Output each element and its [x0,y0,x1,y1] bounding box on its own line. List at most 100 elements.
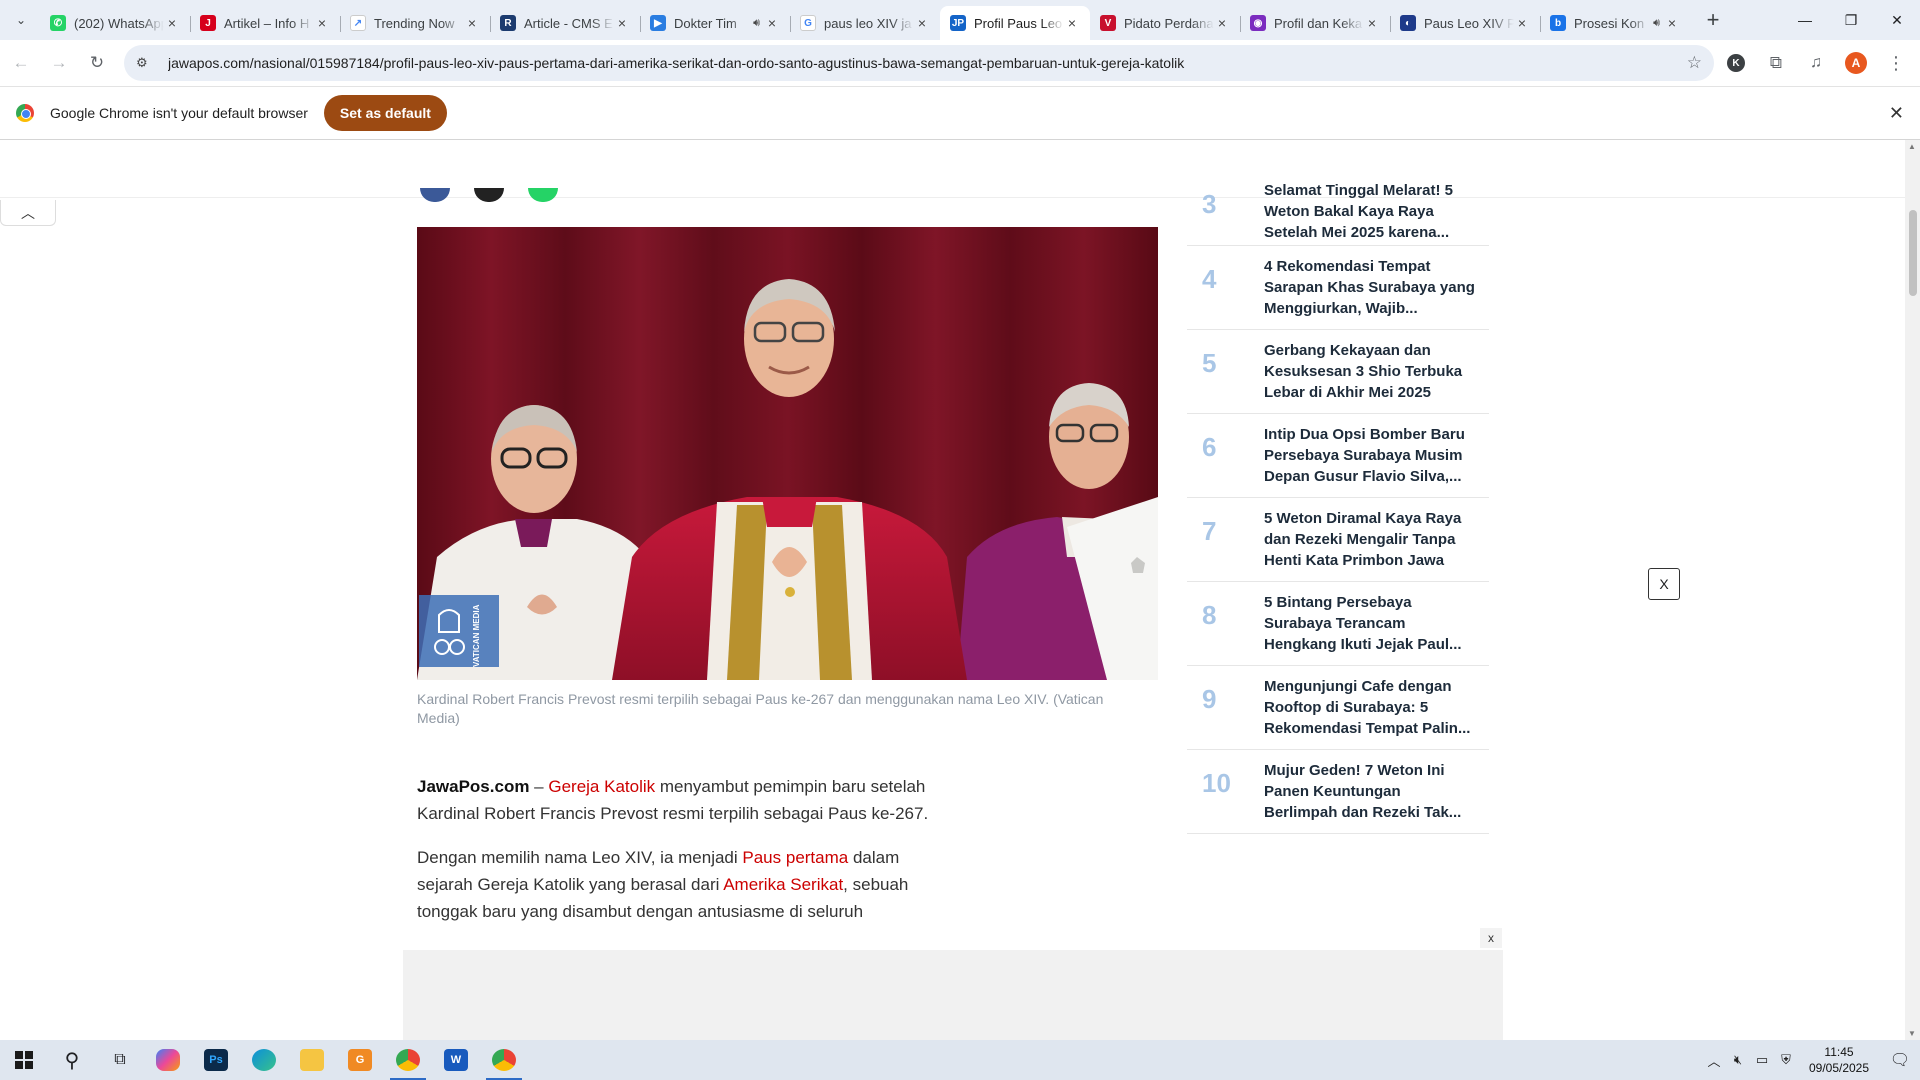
browser-tab[interactable]: ◉ Profil dan Keka × [1240,6,1390,40]
popular-article-title[interactable]: Mengunjungi Cafe dengan Rooftop di Surab… [1264,676,1476,739]
popular-article-title[interactable]: Intip Dua Opsi Bomber Baru Persebaya Sur… [1264,424,1476,487]
popular-article-item[interactable]: 4 4 Rekomendasi Tempat Sarapan Khas Surab… [1187,246,1489,330]
security-shield-icon[interactable]: ⛨ [1774,1052,1798,1068]
popular-article-title[interactable]: 5 Weton Diramal Kaya Raya dan Rezeki Men… [1264,508,1476,571]
scroll-thumb[interactable] [1909,210,1917,296]
popular-article-title[interactable]: Gerbang Kekayaan dan Kesuksesan 3 Shio T… [1264,340,1476,403]
close-window-button[interactable]: ✕ [1874,0,1920,40]
menu-kebab-icon[interactable]: ⋮ [1878,45,1914,81]
tab-close-icon[interactable]: × [464,15,480,31]
bookmark-star-icon[interactable]: ☆ [1687,53,1702,73]
url-text[interactable]: jawapos.com/nasional/015987184/profil-pa… [168,55,1687,71]
tab-close-icon[interactable]: × [164,15,180,31]
profile-k-icon[interactable]: K [1718,45,1754,81]
notification-icon[interactable]: 🗨︎ [1880,1050,1920,1070]
edge-icon[interactable] [240,1040,288,1080]
tab-close-icon[interactable]: × [1664,15,1680,31]
tab-favicon-icon: ✆ [50,15,66,31]
address-bar[interactable]: ⚙ jawapos.com/nasional/015987184/profil-… [124,45,1714,81]
tab-audio-icon[interactable]: 🔊︎ [1653,17,1660,30]
share-facebook-icon[interactable] [420,188,450,202]
chrome-taskbar-icon[interactable] [384,1040,432,1080]
browser-tab[interactable]: JP Profil Paus Leo × [940,6,1090,40]
popular-article-title[interactable]: Mujur Geden! 7 Weton Ini Panen Keuntunga… [1264,760,1476,823]
browser-tab[interactable]: R Article - CMS E × [490,6,640,40]
set-default-button[interactable]: Set as default [323,95,447,131]
word-icon[interactable]: W [432,1040,480,1080]
browser-tab[interactable]: ◐ Paus Leo XIV P × [1390,6,1540,40]
popular-article-item[interactable]: 5 Gerbang Kekayaan dan Kesuksesan 3 Shio … [1187,330,1489,414]
file-explorer-icon[interactable] [288,1040,336,1080]
popular-article-item[interactable]: 6 Intip Dua Opsi Bomber Baru Persebaya Su… [1187,414,1489,498]
link-gereja-katolik[interactable]: Gereja Katolik [548,777,655,796]
browser-tab[interactable]: ▶ Dokter Tim 🔊︎ × [640,6,790,40]
reload-button[interactable]: ↻ [80,46,114,80]
browser-tab[interactable]: V Pidato Perdana × [1090,6,1240,40]
tray-chevron-icon[interactable]: ︿ [1702,1051,1726,1070]
volume-muted-icon[interactable]: 🔇︎ [1726,1052,1750,1068]
rank-number: 10 [1202,768,1231,798]
tab-title: paus leo XIV ja [824,15,912,31]
forward-button[interactable]: → [42,46,76,80]
link-amerika-serikat[interactable]: Amerika Serikat [723,875,843,894]
tab-close-icon[interactable]: × [764,15,780,31]
floating-ad-close-button[interactable]: X [1648,568,1680,600]
media-control-icon[interactable]: ♫ [1798,45,1834,81]
tab-close-icon[interactable]: × [314,15,330,31]
web-page: ︿ VATICAN MEDIA Kardinal Robert Francis … [0,140,1905,1040]
restore-button[interactable]: ❐ [1828,0,1874,40]
browser-tab[interactable]: b Prosesi Kon 🔊︎ × [1540,6,1690,40]
browser-tab[interactable]: ✆ (202) WhatsApp × [40,6,190,40]
scroll-up-arrow[interactable]: ▲ [1908,142,1916,151]
watermark-text: VATICAN MEDIA [472,604,481,667]
popular-article-item[interactable]: 9 Mengunjungi Cafe dengan Rooftop di Sura… [1187,666,1489,750]
share-x-icon[interactable] [474,188,504,202]
tab-favicon-icon: V [1100,15,1116,31]
tab-audio-icon[interactable]: 🔊︎ [753,17,760,30]
tab-close-icon[interactable]: × [1064,15,1080,31]
tab-favicon-icon: R [500,15,516,31]
tab-close-icon[interactable]: × [614,15,630,31]
link-paus-pertama[interactable]: Paus pertama [742,848,848,867]
chrome-taskbar-icon-2[interactable] [480,1040,528,1080]
popular-article-item[interactable]: 8 5 Bintang Persebaya Surabaya Terancam H… [1187,582,1489,666]
popular-article-title[interactable]: Selamat Tinggal Melarat! 5 Weton Bakal K… [1264,180,1476,243]
browser-tab[interactable]: J Artikel – Info H × [190,6,340,40]
tab-favicon-icon: ◉ [1250,15,1266,31]
hero-illustration: VATICAN MEDIA [417,227,1158,680]
scroll-down-arrow[interactable]: ▼ [1908,1029,1916,1038]
tab-close-icon[interactable]: × [1514,15,1530,31]
site-info-icon[interactable]: ⚙ [136,55,158,71]
photoshop-icon[interactable]: Ps [192,1040,240,1080]
tab-close-icon[interactable]: × [1214,15,1230,31]
taskbar-clock[interactable]: 11:45 09/05/2025 [1798,1044,1880,1076]
network-icon[interactable]: ▭ [1750,1052,1774,1068]
popular-article-item[interactable]: 3 Selamat Tinggal Melarat! 5 Weton Bakal … [1187,180,1489,246]
collapse-header-button[interactable]: ︿ [0,200,56,226]
new-tab-button[interactable]: + [1698,5,1728,35]
gmail-app-icon[interactable]: G [336,1040,384,1080]
tab-title: Profil Paus Leo [974,15,1063,31]
popular-article-item[interactable]: 7 5 Weton Diramal Kaya Raya dan Rezeki Me… [1187,498,1489,582]
tab-close-icon[interactable]: × [914,15,930,31]
popular-article-item[interactable]: 10 Mujur Geden! 7 Weton Ini Panen Keuntun… [1187,750,1489,834]
share-whatsapp-icon[interactable] [528,188,558,202]
bottom-ad-close-button[interactable]: x [1480,928,1502,948]
task-view-icon[interactable]: ⧉ [96,1040,144,1080]
copilot-icon[interactable] [144,1040,192,1080]
start-button[interactable] [0,1040,48,1080]
infobar-close-icon[interactable]: ✕ [1889,103,1904,124]
extensions-icon[interactable]: ⧉ [1758,45,1794,81]
popular-article-title[interactable]: 5 Bintang Persebaya Surabaya Terancam He… [1264,592,1476,655]
search-taskbar-icon[interactable]: ⚲ [48,1040,96,1080]
tab-close-icon[interactable]: × [1364,15,1380,31]
minimize-button[interactable]: — [1782,0,1828,40]
tab-title: Artikel – Info H [224,15,310,31]
tab-search-button[interactable]: ⌄ [6,5,36,35]
browser-tab[interactable]: Gpaus leo XIV ja × [790,6,940,40]
popular-article-title[interactable]: 4 Rekomendasi Tempat Sarapan Khas Suraba… [1264,256,1476,319]
page-scrollbar[interactable]: ▲ ▼ [1905,140,1920,1040]
back-button[interactable]: ← [4,46,38,80]
browser-tab[interactable]: ↗ Trending Now × [340,6,490,40]
profile-avatar[interactable]: A [1838,45,1874,81]
